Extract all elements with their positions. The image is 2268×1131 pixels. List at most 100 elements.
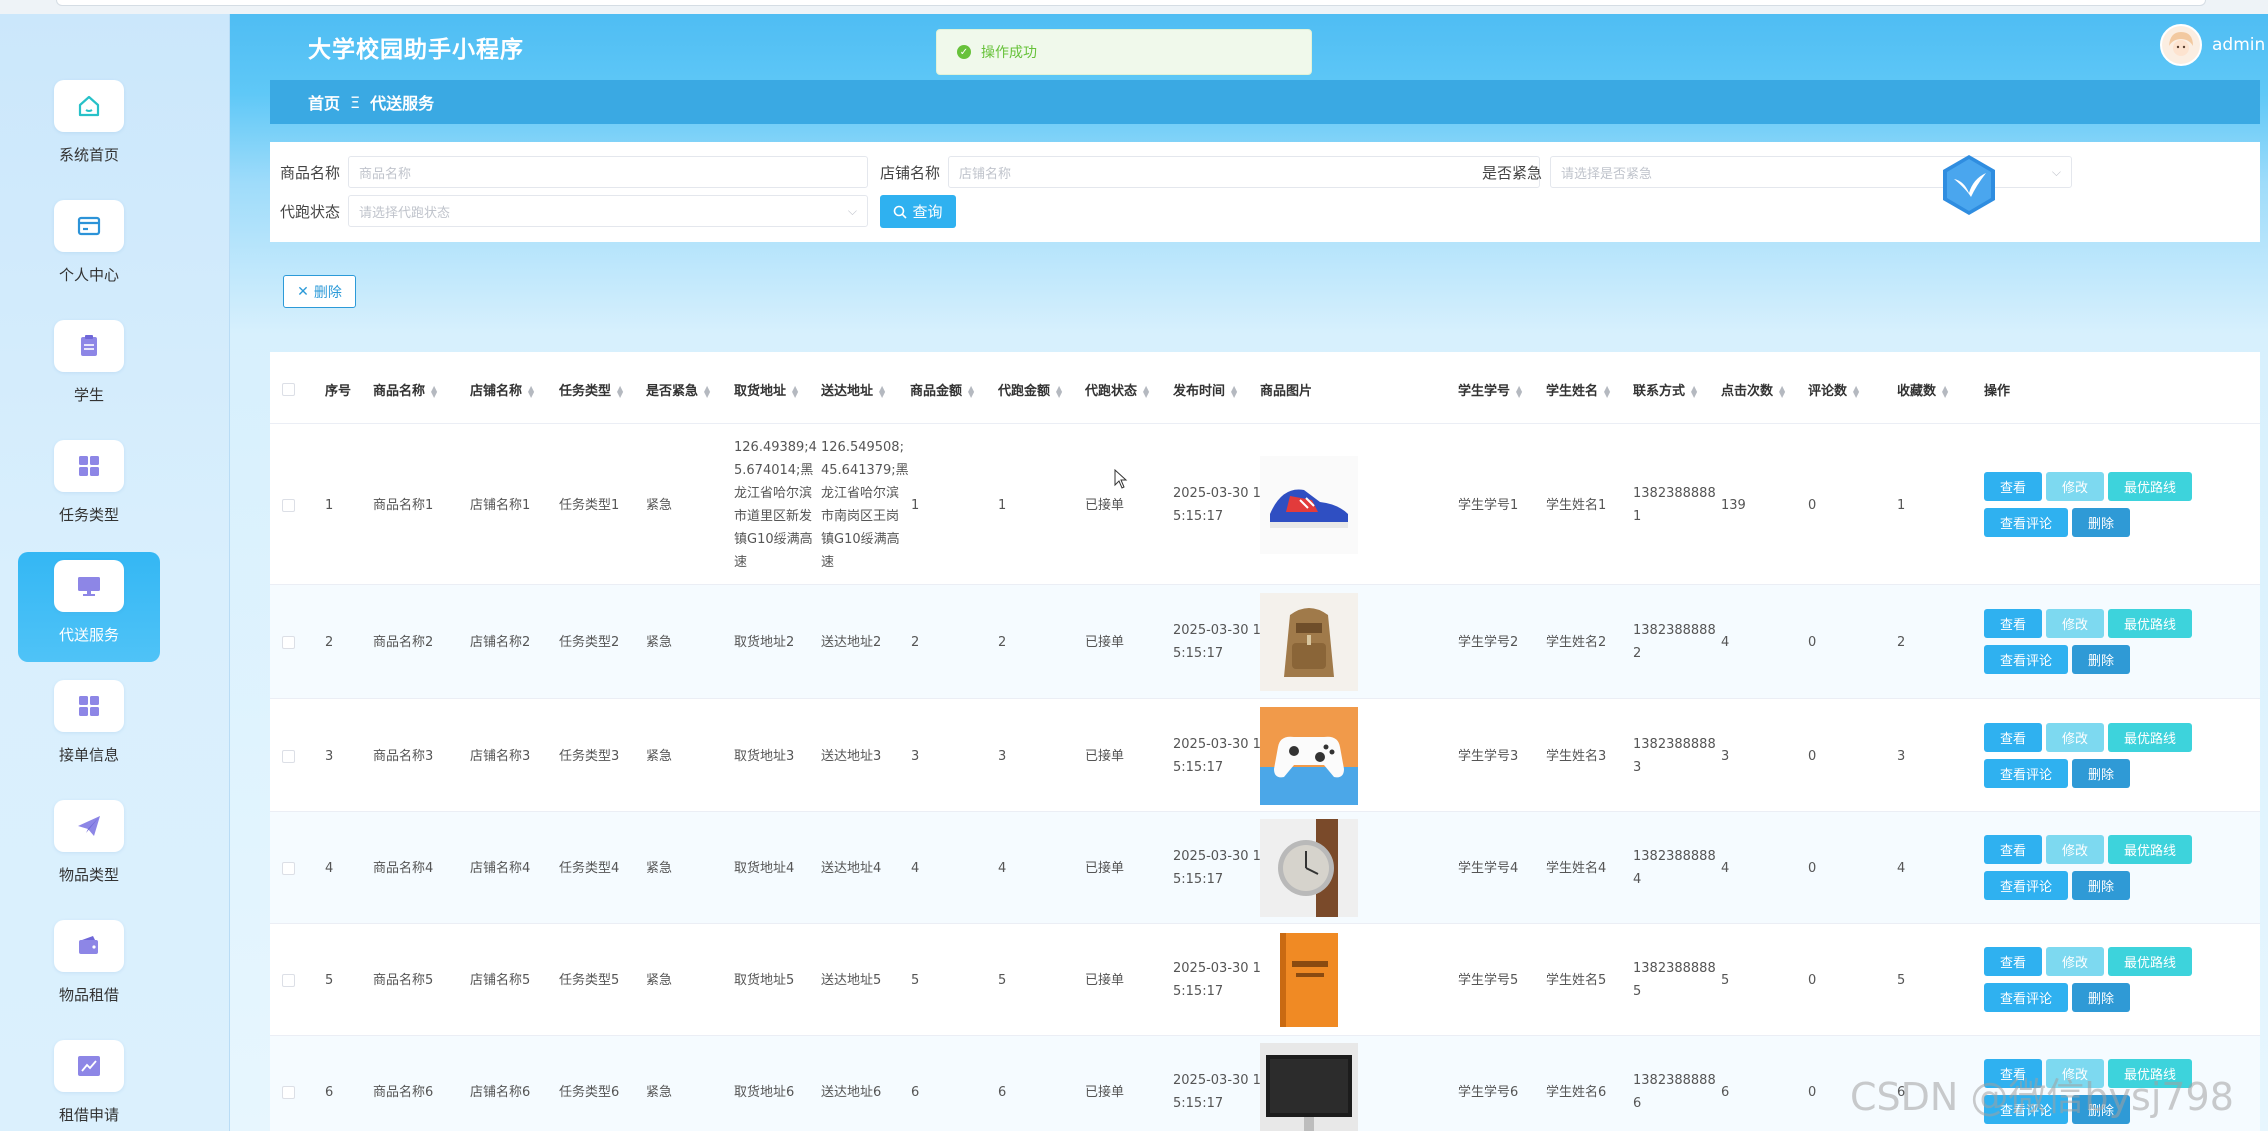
cell-status: 已接单 xyxy=(1085,497,1125,513)
column-header-10[interactable]: 代跑状态 ▲ ▼ xyxy=(1085,380,1149,399)
sort-caret-icon[interactable]: ▲ ▼ xyxy=(1231,384,1237,398)
best-route-button[interactable]: 最优路线 xyxy=(2108,609,2192,638)
row-delete-button[interactable]: 删除 xyxy=(2072,645,2130,674)
avatar[interactable] xyxy=(2160,24,2202,66)
row-checkbox[interactable] xyxy=(282,974,295,987)
row-checkbox[interactable] xyxy=(282,636,295,649)
view-reviews-button[interactable]: 查看评论 xyxy=(1984,983,2068,1012)
best-route-button[interactable]: 最优路线 xyxy=(2108,947,2192,976)
select-all-checkbox[interactable] xyxy=(282,383,295,396)
product-image[interactable] xyxy=(1260,819,1358,917)
column-header-9[interactable]: 代跑金额 ▲ ▼ xyxy=(998,380,1062,399)
edit-button[interactable]: 修改 xyxy=(2046,947,2104,976)
row-checkbox[interactable] xyxy=(282,862,295,875)
cell-product-name: 商品名称4 xyxy=(373,861,434,876)
view-button[interactable]: 查看 xyxy=(1984,722,2042,752)
view-reviews-button[interactable]: 查看评论 xyxy=(1984,507,2068,537)
sort-caret-icon[interactable]: ▲ ▼ xyxy=(1779,384,1785,398)
sort-caret-icon[interactable]: ▲ ▼ xyxy=(968,384,974,398)
product-image[interactable] xyxy=(1260,706,1358,805)
cell-comments: 0 xyxy=(1808,861,1817,876)
view-reviews-button[interactable]: 查看评论 xyxy=(1984,871,2068,900)
column-header-2[interactable]: 商品名称 ▲ ▼ xyxy=(373,380,437,399)
status-select[interactable]: 请选择代跑状态 ⌵ xyxy=(348,195,868,227)
column-header-18[interactable]: 收藏数 ▲ ▼ xyxy=(1897,380,1948,399)
row-delete-button[interactable]: 删除 xyxy=(2072,983,2130,1012)
sort-caret-icon[interactable]: ▲ ▼ xyxy=(1516,384,1522,398)
product-image[interactable] xyxy=(1260,1043,1358,1131)
column-header-8[interactable]: 商品金额 ▲ ▼ xyxy=(910,380,974,399)
sidebar-item-3[interactable]: 学生 xyxy=(18,312,160,422)
column-header-17[interactable]: 评论数 ▲ ▼ xyxy=(1808,380,1859,399)
edit-button[interactable]: 修改 xyxy=(2046,609,2104,638)
cell-fee: 4 xyxy=(998,861,1007,876)
bird-badge-icon[interactable] xyxy=(1940,153,1998,217)
row-delete-button[interactable]: 删除 xyxy=(2072,507,2130,537)
edit-button[interactable]: 修改 xyxy=(2046,835,2104,864)
sidebar-item-6[interactable]: 接单信息 xyxy=(18,672,160,782)
sidebar-item-7[interactable]: 物品类型 xyxy=(18,792,160,902)
row-delete-button[interactable]: 删除 xyxy=(2072,758,2130,788)
best-route-button[interactable]: 最优路线 xyxy=(2108,722,2192,752)
sort-caret-icon[interactable]: ▲ ▼ xyxy=(1853,384,1859,398)
table-row[interactable]: 3 商品名称3 店铺名称3 任务类型3 紧急 取货地址3 送达地址3 3 3 已接单 2025-03… xyxy=(270,699,2260,812)
column-header-13[interactable]: 学生学号 ▲ ▼ xyxy=(1458,380,1522,399)
sort-caret-icon[interactable]: ▲ ▼ xyxy=(792,384,798,398)
best-route-button[interactable]: 最优路线 xyxy=(2108,471,2192,501)
sort-caret-icon[interactable]: ▲ ▼ xyxy=(704,384,710,398)
sidebar-item-4[interactable]: 任务类型 xyxy=(18,432,160,542)
row-checkbox[interactable] xyxy=(282,749,295,763)
address-bar[interactable] xyxy=(56,0,2206,6)
column-header-6[interactable]: 取货地址 ▲ ▼ xyxy=(734,380,798,399)
product-image[interactable] xyxy=(1260,931,1358,1029)
product-name-input[interactable]: 商品名称 xyxy=(348,156,868,188)
column-header-3[interactable]: 店铺名称 ▲ ▼ xyxy=(470,380,534,399)
row-checkbox[interactable] xyxy=(282,498,295,512)
row-checkbox[interactable] xyxy=(282,1086,295,1099)
sidebar-item-1[interactable]: 系统首页 xyxy=(18,72,160,182)
sidebar-item-2[interactable]: 个人中心 xyxy=(18,192,160,302)
view-button[interactable]: 查看 xyxy=(1984,835,2042,864)
product-image[interactable] xyxy=(1260,455,1358,554)
sidebar-item-5[interactable]: 代送服务 xyxy=(18,552,160,662)
sidebar-item-8[interactable]: 物品租借 xyxy=(18,912,160,1022)
user-menu[interactable]: admin xyxy=(2160,24,2265,66)
view-button[interactable]: 查看 xyxy=(1984,609,2042,638)
view-button[interactable]: 查看 xyxy=(1984,471,2042,501)
table-row[interactable]: 2 商品名称2 店铺名称2 任务类型2 紧急 取货地址2 送达地址2 2 2 已接单 2025-03… xyxy=(270,585,2260,699)
shop-name-input[interactable]: 店铺名称 xyxy=(948,156,1540,188)
row-delete-button[interactable]: 删除 xyxy=(2072,871,2130,900)
sidebar-item-9[interactable]: 租借申请 xyxy=(18,1032,160,1131)
table-row[interactable]: 4 商品名称4 店铺名称4 任务类型4 紧急 取货地址4 送达地址4 4 4 已接单 2025-03… xyxy=(270,812,2260,924)
sort-caret-icon[interactable]: ▲ ▼ xyxy=(1604,384,1610,398)
best-route-button[interactable]: 最优路线 xyxy=(2108,835,2192,864)
view-reviews-button[interactable]: 查看评论 xyxy=(1984,758,2068,788)
view-button[interactable]: 查看 xyxy=(1984,947,2042,976)
edit-button[interactable]: 修改 xyxy=(2046,722,2104,752)
column-header-15[interactable]: 联系方式 ▲ ▼ xyxy=(1633,380,1697,399)
sort-caret-icon[interactable]: ▲ ▼ xyxy=(1942,384,1948,398)
cell-status: 已接单 xyxy=(1085,973,1125,988)
column-header-16[interactable]: 点击次数 ▲ ▼ xyxy=(1721,380,1785,399)
sort-caret-icon[interactable]: ▲ ▼ xyxy=(1691,384,1697,398)
sort-caret-icon[interactable]: ▲ ▼ xyxy=(1056,384,1062,398)
bulk-delete-button[interactable]: ✕ 删除 xyxy=(283,275,356,308)
product-image[interactable] xyxy=(1260,593,1358,691)
view-reviews-button[interactable]: 查看评论 xyxy=(1984,645,2068,674)
column-header-11[interactable]: 发布时间 ▲ ▼ xyxy=(1173,380,1237,399)
column-header-7[interactable]: 送达地址 ▲ ▼ xyxy=(821,380,885,399)
query-button[interactable]: 查询 xyxy=(880,195,956,228)
edit-button[interactable]: 修改 xyxy=(2046,471,2104,501)
table-row[interactable]: 5 商品名称5 店铺名称5 任务类型5 紧急 取货地址5 送达地址5 5 5 已接单 2025-03… xyxy=(270,924,2260,1036)
username-label[interactable]: admin xyxy=(2212,35,2265,55)
sort-caret-icon[interactable]: ▲ ▼ xyxy=(879,384,885,398)
breadcrumb-home[interactable]: 首页 xyxy=(308,90,340,114)
sort-caret-icon[interactable]: ▲ ▼ xyxy=(617,384,623,398)
column-header-4[interactable]: 任务类型 ▲ ▼ xyxy=(559,380,623,399)
column-header-14[interactable]: 学生姓名 ▲ ▼ xyxy=(1546,380,1610,399)
sort-caret-icon[interactable]: ▲ ▼ xyxy=(528,384,534,398)
column-header-5[interactable]: 是否紧急 ▲ ▼ xyxy=(646,380,710,399)
sort-caret-icon[interactable]: ▲ ▼ xyxy=(1143,384,1149,398)
table-row[interactable]: 1 商品名称1 店铺名称1 任务类型1 紧急 126.49389;4 5.674014;黑龙… xyxy=(270,424,2260,585)
sort-caret-icon[interactable]: ▲ ▼ xyxy=(431,384,437,398)
